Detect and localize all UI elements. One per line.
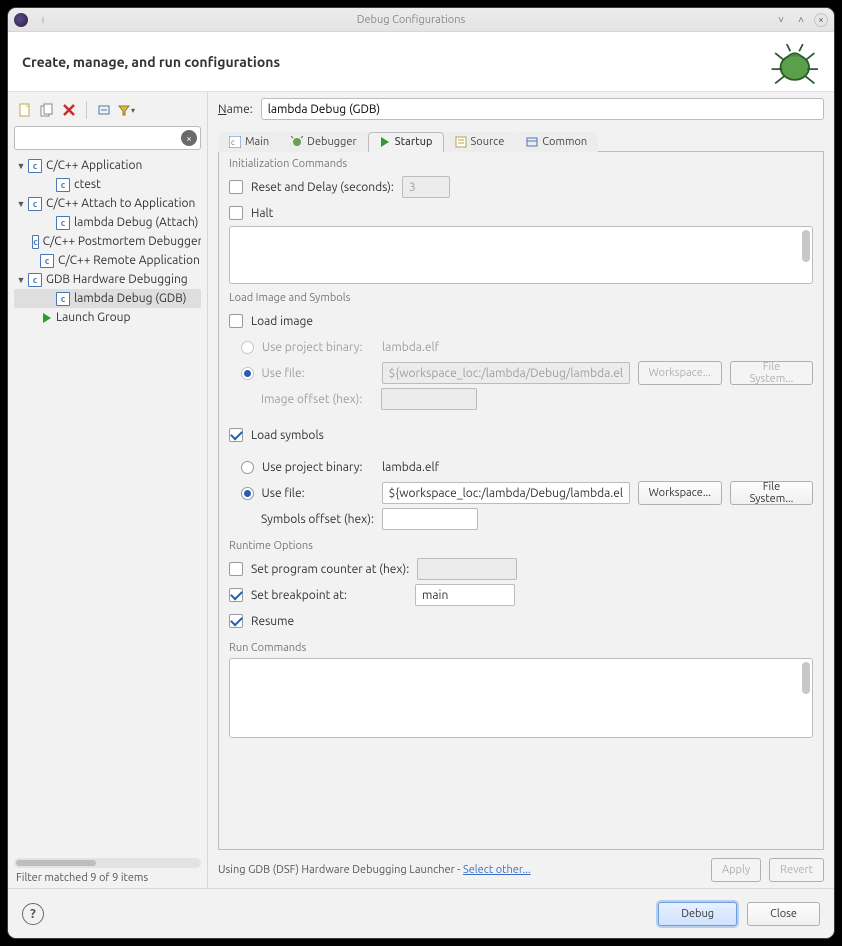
symbols-project-binary-radio[interactable] [241, 461, 254, 474]
horizontal-scrollbar[interactable] [14, 858, 201, 868]
set-pc-checkbox[interactable] [229, 562, 243, 576]
resume-checkbox[interactable] [229, 614, 243, 628]
launcher-row: Using GDB (DSF) Hardware Debugging Launc… [218, 850, 824, 882]
resume-label: Resume [251, 615, 294, 628]
config-name-input[interactable] [261, 98, 824, 120]
image-offset-input [381, 388, 477, 410]
reset-delay-label: Reset and Delay (seconds): [251, 181, 394, 194]
symbols-filesystem-button[interactable]: File System... [730, 481, 813, 505]
tab-main[interactable]: cMain [218, 132, 280, 152]
tab-debugger[interactable]: Debugger [280, 132, 367, 152]
eclipse-icon [14, 13, 28, 27]
close-button[interactable]: Close [747, 902, 820, 926]
reset-delay-checkbox[interactable] [229, 180, 243, 194]
set-breakpoint-input[interactable] [415, 584, 515, 606]
apply-button: Apply [711, 858, 761, 882]
load-symbols-checkbox[interactable] [229, 428, 243, 442]
filter-status: Filter matched 9 of 9 items [14, 868, 201, 884]
tab-source[interactable]: Source [444, 132, 516, 152]
group-title: Run Commands [229, 642, 813, 654]
use-file-label: Use file: [262, 367, 374, 380]
load-symbols-label: Load symbols [251, 429, 324, 442]
halt-checkbox[interactable] [229, 206, 243, 220]
scrollbar[interactable] [802, 230, 810, 262]
load-image-checkbox[interactable] [229, 314, 243, 328]
image-use-file-radio [241, 367, 254, 380]
clear-filter-button[interactable]: × [181, 130, 197, 146]
maximize-icon[interactable]: ˄ [794, 13, 808, 27]
delete-button[interactable] [60, 101, 78, 119]
image-filesystem-button: File System... [730, 361, 813, 385]
scrollbar[interactable] [802, 662, 810, 694]
window-title: Debug Configurations [48, 14, 774, 26]
help-button[interactable]: ? [22, 903, 44, 925]
minimize-icon[interactable]: ˅ [774, 13, 788, 27]
tree-item[interactable]: ·cctest [14, 175, 201, 194]
pin-icon [38, 15, 48, 25]
sidebar: ▾ × ▼cC/C++ Application ·cctest ▼cC/C++ … [8, 92, 208, 888]
group-title: Runtime Options [229, 540, 813, 552]
tree-item[interactable]: ·cC/C++ Remote Application [14, 251, 201, 270]
run-icon [43, 313, 51, 323]
sidebar-toolbar: ▾ [14, 98, 201, 122]
page-title: Create, manage, and run configurations [22, 54, 766, 70]
tree-item[interactable]: ▼cC/C++ Application [14, 156, 201, 175]
window-close-button[interactable]: × [814, 13, 828, 27]
set-breakpoint-checkbox[interactable] [229, 588, 243, 602]
project-binary-label: Use project binary: [262, 461, 374, 474]
load-image-label: Load image [251, 315, 313, 328]
name-label: Name: [218, 103, 253, 116]
use-file-label: Use file: [262, 487, 374, 500]
duplicate-button[interactable] [38, 101, 56, 119]
tab-bar: cMain Debugger Startup Source Common [218, 126, 824, 152]
tab-common[interactable]: Common [515, 132, 598, 152]
image-workspace-button: Workspace... [638, 361, 722, 385]
image-file-input [382, 362, 630, 384]
tree-item[interactable]: ·Launch Group [14, 308, 201, 327]
group-title: Load Image and Symbols [229, 292, 813, 304]
collapse-all-button[interactable] [95, 101, 113, 119]
title-bar: Debug Configurations ˅ ˄ × [8, 8, 834, 32]
symbols-binary-value: lambda.elf [382, 461, 439, 474]
revert-button: Revert [769, 858, 824, 882]
debug-button[interactable]: Debug [658, 902, 737, 926]
set-breakpoint-label: Set breakpoint at: [251, 589, 407, 602]
config-tree[interactable]: ▼cC/C++ Application ·cctest ▼cC/C++ Atta… [14, 156, 201, 854]
symbols-offset-label: Symbols offset (hex): [261, 513, 374, 526]
main-panel: Name: cMain Debugger Startup Source Comm… [208, 92, 834, 888]
tab-startup[interactable]: Startup [368, 132, 444, 152]
symbols-workspace-button[interactable]: Workspace... [638, 481, 722, 505]
header: Create, manage, and run configurations [8, 32, 834, 92]
tree-item[interactable]: ▼cGDB Hardware Debugging [14, 270, 201, 289]
tree-item[interactable]: ·cC/C++ Postmortem Debugger [14, 232, 201, 251]
project-binary-label: Use project binary: [262, 341, 374, 354]
init-commands-textarea[interactable] [229, 226, 813, 284]
halt-label: Halt [251, 207, 273, 220]
dialog-footer: ? Debug Close [8, 888, 834, 938]
filter-input[interactable] [14, 126, 201, 150]
filter-button[interactable]: ▾ [117, 101, 135, 119]
tree-item[interactable]: ▼cC/C++ Attach to Application [14, 194, 201, 213]
group-title: Initialization Commands [229, 158, 813, 170]
tree-item-selected[interactable]: ·clambda Debug (GDB) [14, 289, 201, 308]
run-commands-textarea[interactable] [229, 658, 813, 738]
select-other-link[interactable]: Select other... [463, 864, 531, 876]
symbols-use-file-radio[interactable] [241, 487, 254, 500]
svg-text:c: c [231, 138, 235, 147]
new-config-button[interactable] [16, 101, 34, 119]
set-pc-label: Set program counter at (hex): [251, 563, 409, 576]
bug-icon [766, 37, 820, 87]
set-pc-input [417, 558, 517, 580]
reset-delay-input [402, 176, 450, 198]
image-project-binary-radio [241, 341, 254, 354]
image-binary-value: lambda.elf [382, 341, 439, 354]
image-offset-label: Image offset (hex): [261, 393, 373, 406]
symbols-offset-input[interactable] [382, 508, 478, 530]
symbols-file-input[interactable] [382, 482, 630, 504]
tree-item[interactable]: ·clambda Debug (Attach) [14, 213, 201, 232]
launcher-text: Using GDB (DSF) Hardware Debugging Launc… [218, 864, 463, 876]
startup-tab-content: Initialization Commands Reset and Delay … [218, 152, 824, 850]
